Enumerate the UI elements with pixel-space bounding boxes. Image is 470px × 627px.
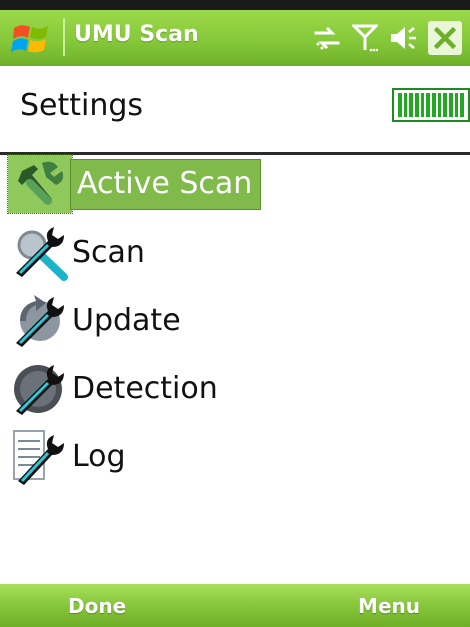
battery-indicator	[392, 88, 470, 122]
list-item-update[interactable]: Update	[8, 291, 181, 349]
list-item-active-scan[interactable]: Active Scan	[7, 154, 262, 214]
signal-icon[interactable]	[352, 23, 378, 53]
title-bar: UMU Scan	[0, 0, 470, 66]
battery-cell	[426, 93, 431, 117]
battery-cell	[454, 93, 459, 117]
battery-cell	[449, 93, 453, 117]
connectivity-icon[interactable]	[312, 24, 342, 52]
list-item-label: Scan	[72, 234, 145, 270]
battery-cell	[415, 93, 419, 117]
softkey-bar: Done Menu	[0, 584, 470, 627]
list-item-log[interactable]: Log	[8, 427, 126, 485]
list-item-label: Update	[72, 302, 181, 338]
active-scan-icon	[7, 154, 73, 214]
battery-cell	[432, 93, 436, 117]
battery-cell	[460, 93, 465, 117]
list-item-label: Active Scan	[70, 158, 262, 210]
battery-cell	[443, 93, 448, 117]
detection-icon	[14, 365, 64, 415]
done-softkey[interactable]: Done	[68, 594, 126, 618]
battery-cell	[403, 93, 408, 117]
update-icon	[16, 295, 64, 347]
menu-softkey[interactable]: Menu	[358, 594, 420, 618]
list-item-detection[interactable]: Detection	[8, 359, 218, 417]
page-title: Settings	[20, 88, 144, 123]
list-item-label: Detection	[72, 370, 218, 406]
app-title: UMU Scan	[74, 22, 199, 47]
battery-cell	[398, 93, 402, 117]
volume-icon[interactable]	[388, 24, 418, 52]
list-item-scan[interactable]: Scan	[8, 223, 145, 281]
phone-screen: UMU Scan Settings Active Scan Scan Updat…	[0, 0, 470, 627]
battery-cell	[437, 93, 442, 117]
battery-cell	[409, 93, 414, 117]
close-icon	[434, 27, 456, 49]
page-header: Settings	[0, 66, 470, 152]
title-divider	[63, 18, 65, 56]
list-item-label: Log	[72, 438, 126, 474]
windows-start-icon[interactable]	[10, 20, 56, 58]
log-icon	[13, 430, 64, 485]
status-icons	[312, 20, 462, 56]
battery-cell	[420, 93, 425, 117]
close-button[interactable]	[428, 21, 462, 55]
scan-icon	[16, 227, 68, 281]
